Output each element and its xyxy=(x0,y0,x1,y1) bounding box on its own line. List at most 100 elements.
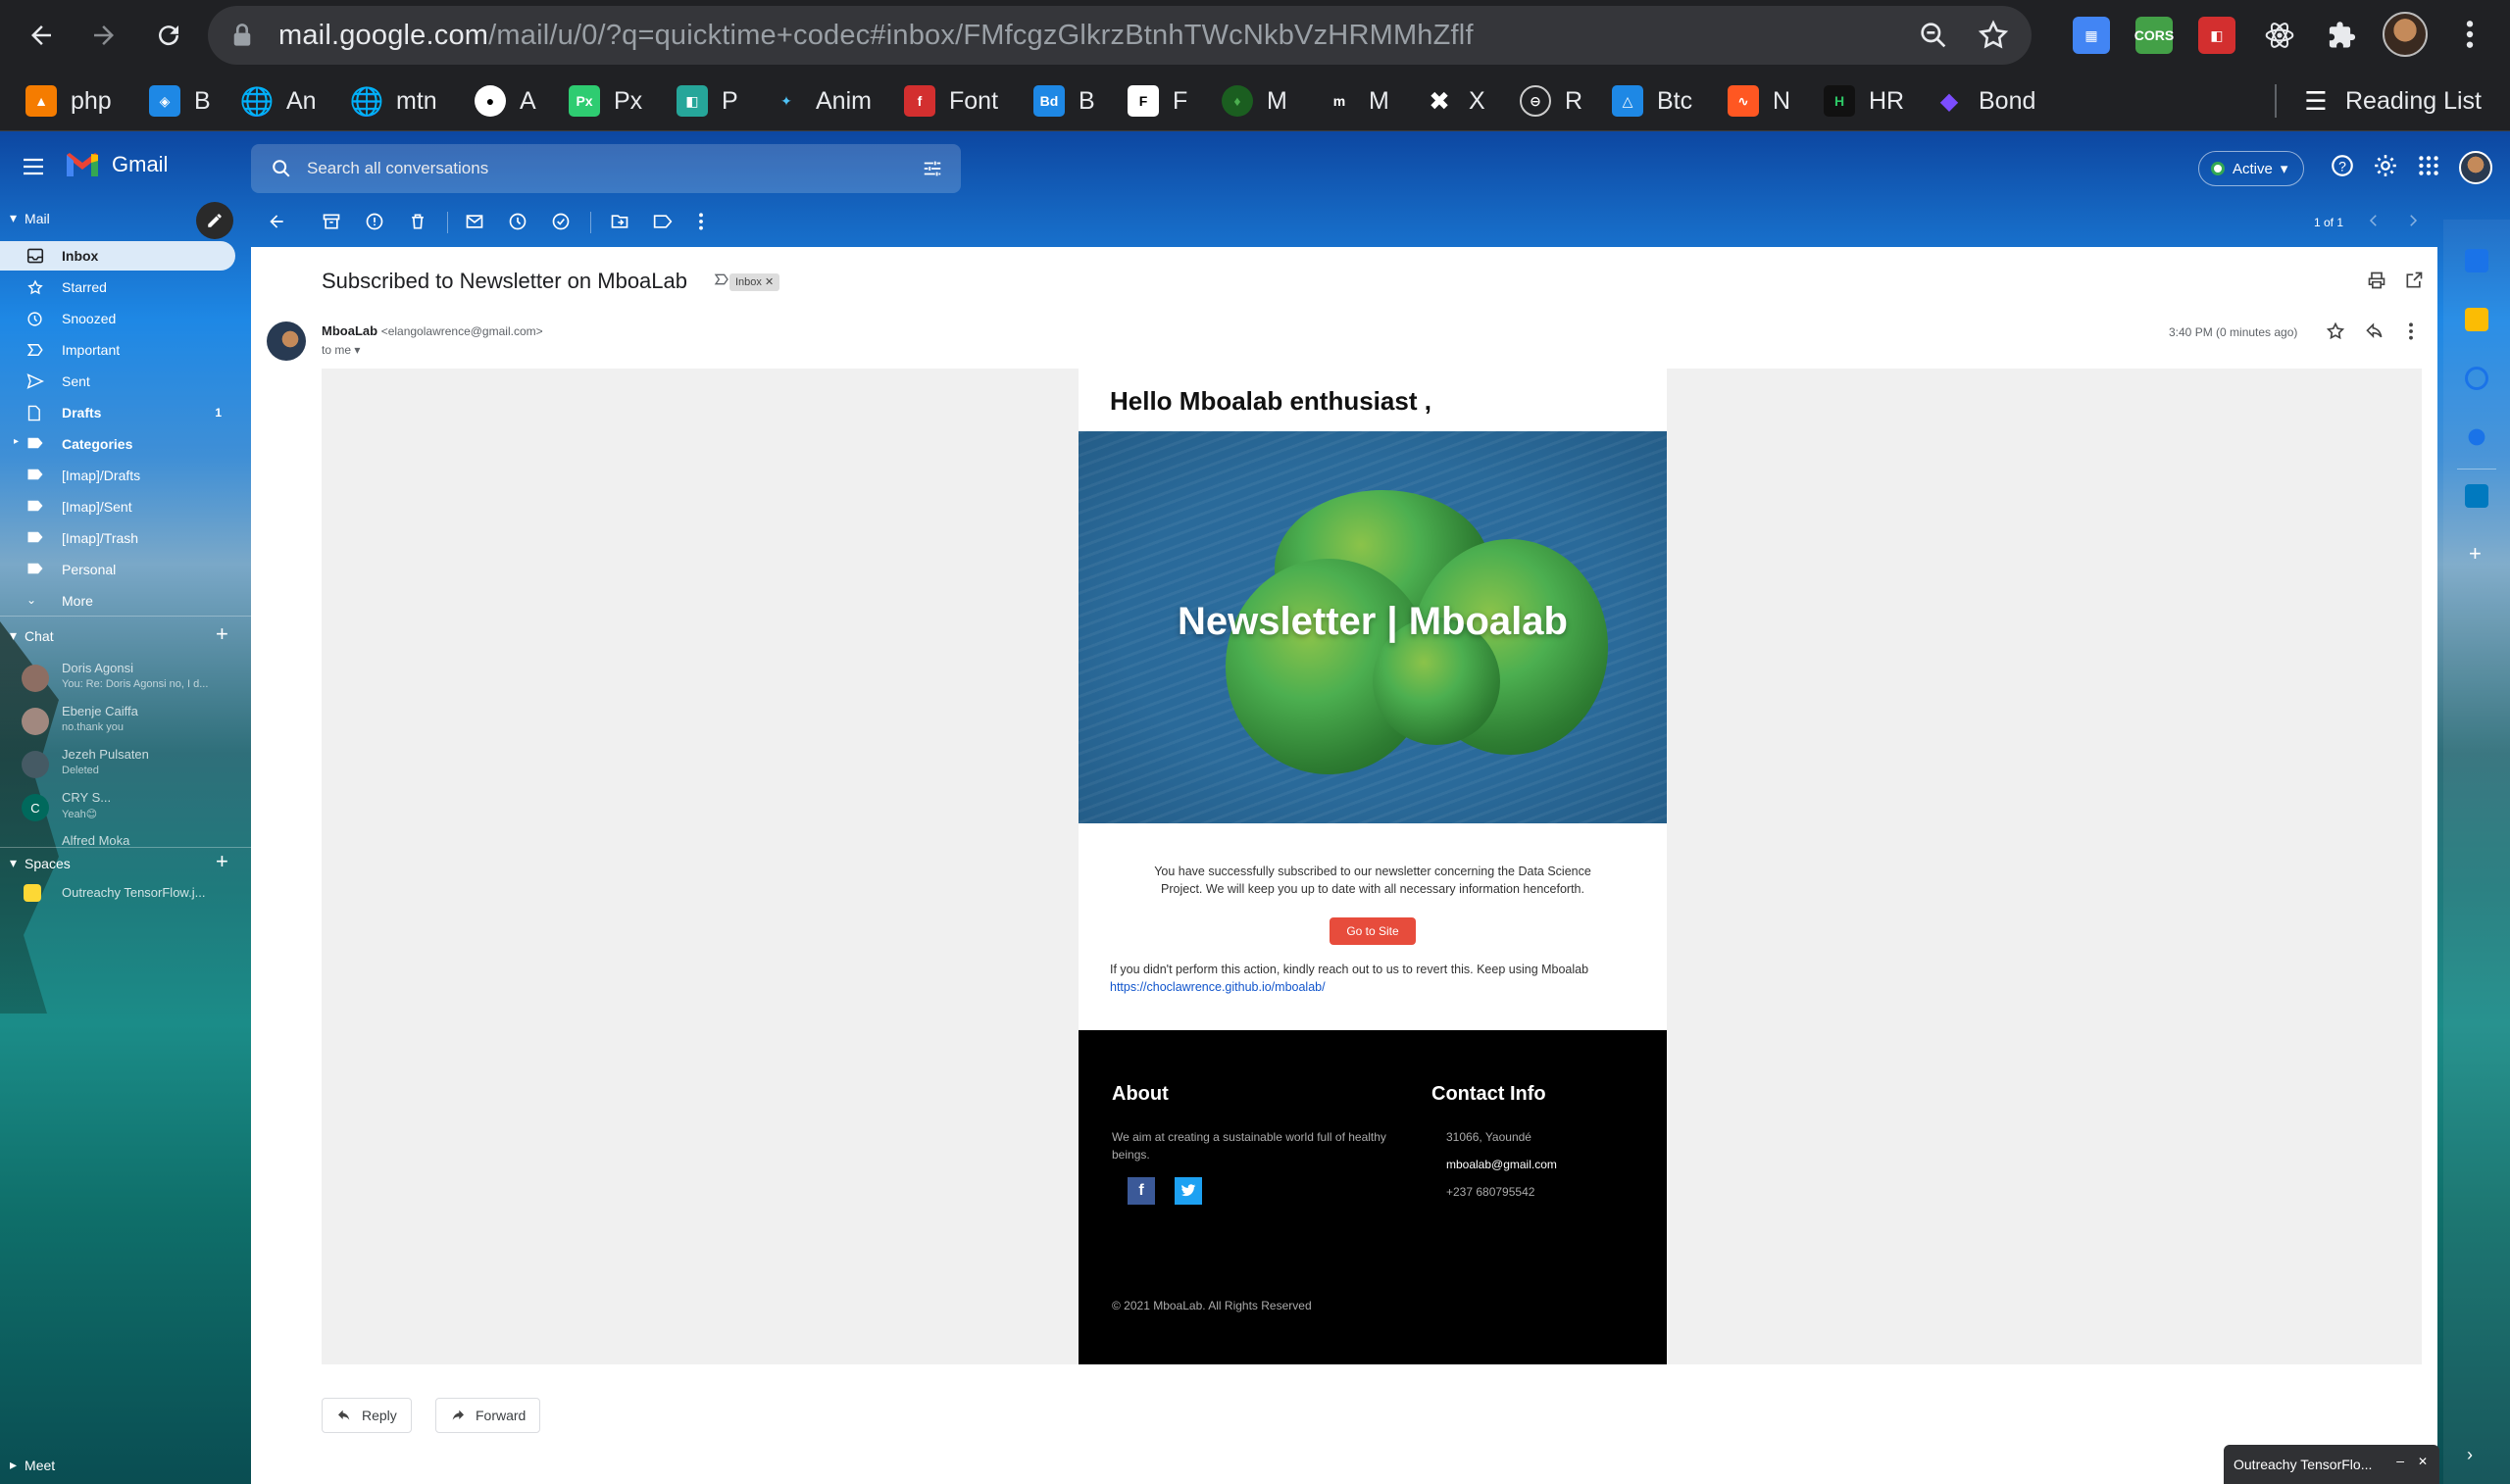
inbox-label-chip[interactable]: Inbox ✕ xyxy=(729,273,780,291)
sidebar-item-imap-sent[interactable]: [Imap]/Sent xyxy=(0,492,235,521)
bookmark-b2[interactable]: Bd B xyxy=(1033,82,1095,120)
chat-item[interactable]: Alfred Moka xyxy=(20,831,235,851)
contacts-icon[interactable] xyxy=(2468,428,2485,446)
bookmark-php[interactable]: ▲ php xyxy=(25,82,112,120)
meet-section-header[interactable]: ▸ Meet xyxy=(10,1457,55,1473)
compose-button[interactable] xyxy=(196,202,233,239)
label-as-icon[interactable] xyxy=(653,212,673,231)
sender-name[interactable]: MboaLab xyxy=(322,323,377,338)
bookmark-hr[interactable]: H HR xyxy=(1824,82,1904,120)
sidebar-item-inbox[interactable]: Inbox xyxy=(0,241,235,271)
get-addons-plus-icon[interactable]: + xyxy=(2469,541,2482,567)
chat-section-header[interactable]: ▾ Chat xyxy=(10,627,54,644)
chat-item[interactable]: Doris Agonsi You: Re: Doris Agonsi no, I… xyxy=(20,659,235,702)
bookmark-b1[interactable]: ◈ B xyxy=(149,82,211,120)
trello-icon[interactable] xyxy=(2465,484,2488,508)
new-space-button[interactable]: + xyxy=(216,849,228,874)
move-to-folder-icon[interactable] xyxy=(610,212,629,231)
go-to-site-button[interactable]: Go to Site xyxy=(1330,917,1416,945)
new-chat-button[interactable]: + xyxy=(216,621,228,647)
twitter-icon[interactable] xyxy=(1175,1177,1202,1205)
space-item[interactable]: Outreachy TensorFlow.j... xyxy=(0,878,235,908)
sidebar-item-drafts[interactable]: Drafts 1 xyxy=(0,398,235,427)
help-icon[interactable]: ? xyxy=(2330,153,2355,178)
sidebar-item-sent[interactable]: Sent xyxy=(0,367,235,396)
bookmark-btc[interactable]: △ Btc xyxy=(1612,82,1692,120)
sidebar-item-personal[interactable]: Personal xyxy=(0,555,235,584)
profile-avatar[interactable] xyxy=(2383,12,2428,57)
search-bar[interactable]: Search all conversations xyxy=(251,144,961,193)
mark-unread-icon[interactable] xyxy=(465,212,484,231)
bookmark-r[interactable]: ⊖ R xyxy=(1520,82,1582,120)
sidebar-item-snoozed[interactable]: Snoozed xyxy=(0,304,235,333)
bookmark-f[interactable]: FF xyxy=(1128,82,1187,120)
close-icon[interactable]: ✕ xyxy=(2418,1455,2428,1468)
add-task-icon[interactable] xyxy=(551,212,571,231)
browser-menu-icon[interactable] xyxy=(2466,18,2474,51)
apps-grid-icon[interactable] xyxy=(2416,153,2441,178)
snooze-clock-icon[interactable] xyxy=(508,212,527,231)
search-options-icon[interactable] xyxy=(922,158,943,179)
bookmark-an[interactable]: 🌐 An xyxy=(240,82,317,120)
settings-gear-icon[interactable] xyxy=(2373,153,2398,178)
chat-item[interactable]: Jezeh Pulsaten Deleted xyxy=(20,745,235,788)
extensions-puzzle-icon[interactable] xyxy=(2324,17,2361,54)
reading-list-button[interactable]: ☰ Reading List xyxy=(2300,82,2482,120)
chat-item[interactable]: C CRY S... Yeah😊 xyxy=(20,788,235,831)
show-side-panel-chevron-icon[interactable]: › xyxy=(2467,1445,2473,1465)
office-extension-icon[interactable]: ◧ xyxy=(2198,17,2235,54)
sidebar-item-starred[interactable]: Starred xyxy=(0,272,235,302)
account-avatar[interactable] xyxy=(2459,151,2492,184)
main-menu-icon[interactable] xyxy=(22,157,45,176)
bookmark-m2[interactable]: mM xyxy=(1324,82,1389,120)
react-devtools-icon[interactable] xyxy=(2261,17,2298,54)
delete-icon[interactable] xyxy=(408,212,427,231)
newer-chevron-left-icon[interactable] xyxy=(2365,212,2383,229)
older-chevron-right-icon[interactable] xyxy=(2404,212,2422,229)
reply-button[interactable]: Reply xyxy=(322,1398,412,1433)
gmail-logo[interactable]: Gmail xyxy=(65,151,168,178)
back-button[interactable] xyxy=(20,14,63,57)
remove-label-icon[interactable]: ✕ xyxy=(765,276,774,288)
site-link[interactable]: https://choclawrence.github.io/mboalab/ xyxy=(1110,980,1326,994)
sidebar-item-categories[interactable]: ▸ Categories xyxy=(0,429,235,459)
bookmark-bond[interactable]: ◆ Bond xyxy=(1933,82,2036,120)
lock-icon[interactable] xyxy=(231,23,253,48)
status-dropdown[interactable]: Active ▾ xyxy=(2198,151,2304,186)
star-icon[interactable] xyxy=(2326,322,2345,341)
keep-icon[interactable] xyxy=(2465,308,2488,331)
bookmark-p[interactable]: ◧ P xyxy=(677,82,738,120)
calendar-icon[interactable] xyxy=(2465,249,2488,272)
open-new-window-icon[interactable] xyxy=(2404,271,2424,290)
print-icon[interactable] xyxy=(2367,271,2386,290)
sidebar-item-imap-drafts[interactable]: [Imap]/Drafts xyxy=(0,461,235,490)
important-marker-icon[interactable] xyxy=(714,272,729,286)
chat-popup-window[interactable]: Outreachy TensorFlo... – ✕ xyxy=(2224,1445,2439,1484)
bookmark-x[interactable]: ✖ X xyxy=(1424,82,1485,120)
chat-item[interactable]: Ebenje Caiffa no.thank you xyxy=(20,702,235,745)
forward-button[interactable] xyxy=(82,14,126,57)
sidebar-item-important[interactable]: Important xyxy=(0,335,235,365)
facebook-icon[interactable]: f xyxy=(1128,1177,1155,1205)
sender-avatar[interactable] xyxy=(267,322,306,361)
forward-button[interactable]: Forward xyxy=(435,1398,541,1433)
search-input[interactable]: Search all conversations xyxy=(307,159,488,178)
bookmark-font[interactable]: f Font xyxy=(904,82,998,120)
cors-extension-icon[interactable]: CORS xyxy=(2134,17,2174,54)
bookmark-m1[interactable]: ♦ M xyxy=(1222,82,1287,120)
sidebar-item-imap-trash[interactable]: [Imap]/Trash xyxy=(0,523,235,553)
extension-icon-1[interactable]: ▦ xyxy=(2073,17,2110,54)
reply-icon[interactable] xyxy=(2365,322,2384,341)
recipients-dropdown[interactable]: to me ▾ xyxy=(322,343,360,357)
bookmark-a[interactable]: ● A xyxy=(475,82,536,120)
back-to-inbox-icon[interactable] xyxy=(267,212,286,231)
tasks-icon[interactable] xyxy=(2465,367,2488,390)
bookmark-n[interactable]: ∿ N xyxy=(1728,82,1790,120)
mail-section-header[interactable]: ▾ Mail xyxy=(10,210,50,226)
address-bar[interactable]: mail.google.com/mail/u/0/?q=quicktime+co… xyxy=(208,6,2032,65)
contact-email[interactable]: mboalab@gmail.com xyxy=(1446,1156,1557,1173)
spaces-section-header[interactable]: ▾ Spaces xyxy=(10,855,71,871)
search-icon[interactable] xyxy=(271,158,292,179)
minimize-icon[interactable]: – xyxy=(2396,1453,2404,1468)
reload-button[interactable] xyxy=(147,14,190,57)
